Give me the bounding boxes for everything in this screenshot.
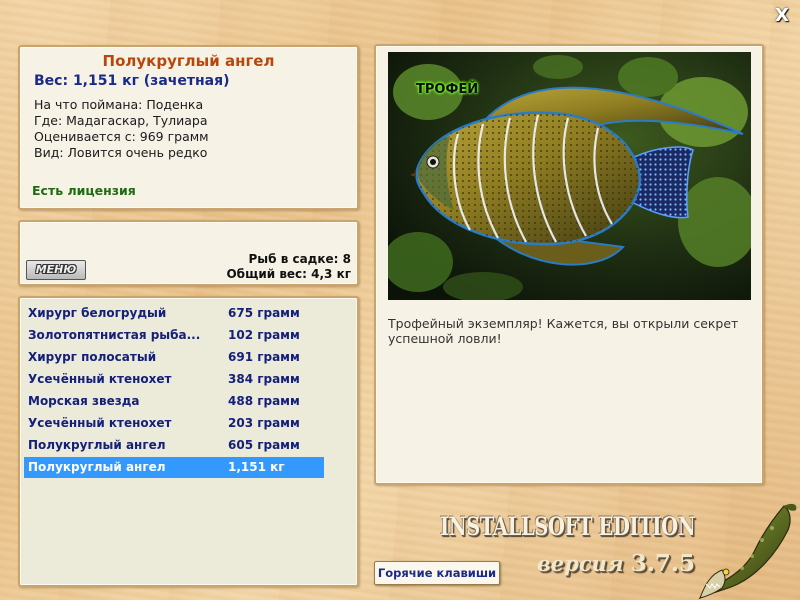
catch-comment: Трофейный экземпляр! Кажется, вы открыли…: [388, 316, 739, 346]
list-item-weight: 675 грамм: [228, 306, 300, 320]
fish-valued-from: Оценивается с: 969 грамм: [34, 129, 209, 144]
list-item-name: Хирург полосатый: [28, 350, 157, 364]
fish-title: Полукруглый ангел: [102, 52, 275, 70]
list-item[interactable]: Хирург полосатый 691 грамм: [24, 347, 324, 368]
fish-rarity: Вид: Ловится очень редко: [34, 145, 208, 160]
trophy-badge: ТРОФЕЙ: [416, 82, 479, 97]
list-item[interactable]: Хирург белогрудый 675 грамм: [24, 303, 324, 324]
list-item-name: Золотопятнистая рыба...: [28, 328, 201, 342]
list-item[interactable]: Морская звезда 488 грамм: [24, 391, 324, 412]
list-item-weight: 488 грамм: [228, 394, 300, 408]
list-item[interactable]: Полукруглый ангел 1,151 кг: [24, 457, 324, 478]
version-number: 3.7.5: [630, 550, 695, 577]
keeper-panel: МЕНЮ Рыб в садке: 8 Общий вес: 4,3 кг: [18, 220, 359, 286]
list-item-weight: 1,151 кг: [228, 460, 285, 474]
list-item-weight: 203 грамм: [228, 416, 300, 430]
list-item-name: Полукруглый ангел: [28, 438, 166, 452]
list-item-weight: 605 грамм: [228, 438, 300, 452]
list-item-weight: 384 грамм: [228, 372, 300, 386]
list-item[interactable]: Золотопятнистая рыба... 102 грамм: [24, 325, 324, 346]
picture-panel: ТРОФЕЙ Трофейный экземпляр! Кажется, вы …: [374, 44, 764, 485]
list-item[interactable]: Усечённый ктенохет 203 грамм: [24, 413, 324, 434]
fish-bait: На что поймана: Поденка: [34, 97, 204, 112]
total-weight: Общий вес: 4,3 кг: [226, 267, 351, 281]
list-item-name: Полукруглый ангел: [28, 460, 166, 474]
fish-photo: ТРОФЕЙ: [388, 52, 751, 300]
list-item-weight: 102 грамм: [228, 328, 300, 342]
fish-location: Где: Мадагаскар, Тулиара: [34, 113, 208, 128]
fish-count: Рыб в садке: 8: [248, 252, 352, 266]
list-item-name: Морская звезда: [28, 394, 140, 408]
version-label: версия 3.7.5: [537, 550, 695, 577]
menu-button[interactable]: МЕНЮ: [26, 260, 86, 280]
license-status: Есть лицензия: [32, 183, 136, 198]
version-prefix: версия: [537, 551, 624, 576]
fish-info-panel: Полукруглый ангел Вес: 1,151 кг (зачетна…: [18, 45, 359, 210]
list-item-name: Усечённый ктенохет: [28, 416, 172, 430]
list-item-name: Хирург белогрудый: [28, 306, 167, 320]
fish-weight: Вес: 1,151 кг (зачетная): [34, 73, 230, 89]
brand-title: INSTALLSOFT EDITION: [440, 512, 696, 541]
pike-icon: [698, 503, 797, 600]
hotkeys-button[interactable]: Горячие клавиши: [374, 561, 500, 585]
list-item[interactable]: Полукруглый ангел 605 грамм: [24, 435, 324, 456]
close-icon[interactable]: X: [772, 6, 792, 26]
list-item[interactable]: Усечённый ктенохет 384 грамм: [24, 369, 324, 390]
list-item-weight: 691 грамм: [228, 350, 300, 364]
list-item-name: Усечённый ктенохет: [28, 372, 172, 386]
catch-list[interactable]: Хирург белогрудый 675 грамм Золотопятниста…: [18, 296, 359, 587]
